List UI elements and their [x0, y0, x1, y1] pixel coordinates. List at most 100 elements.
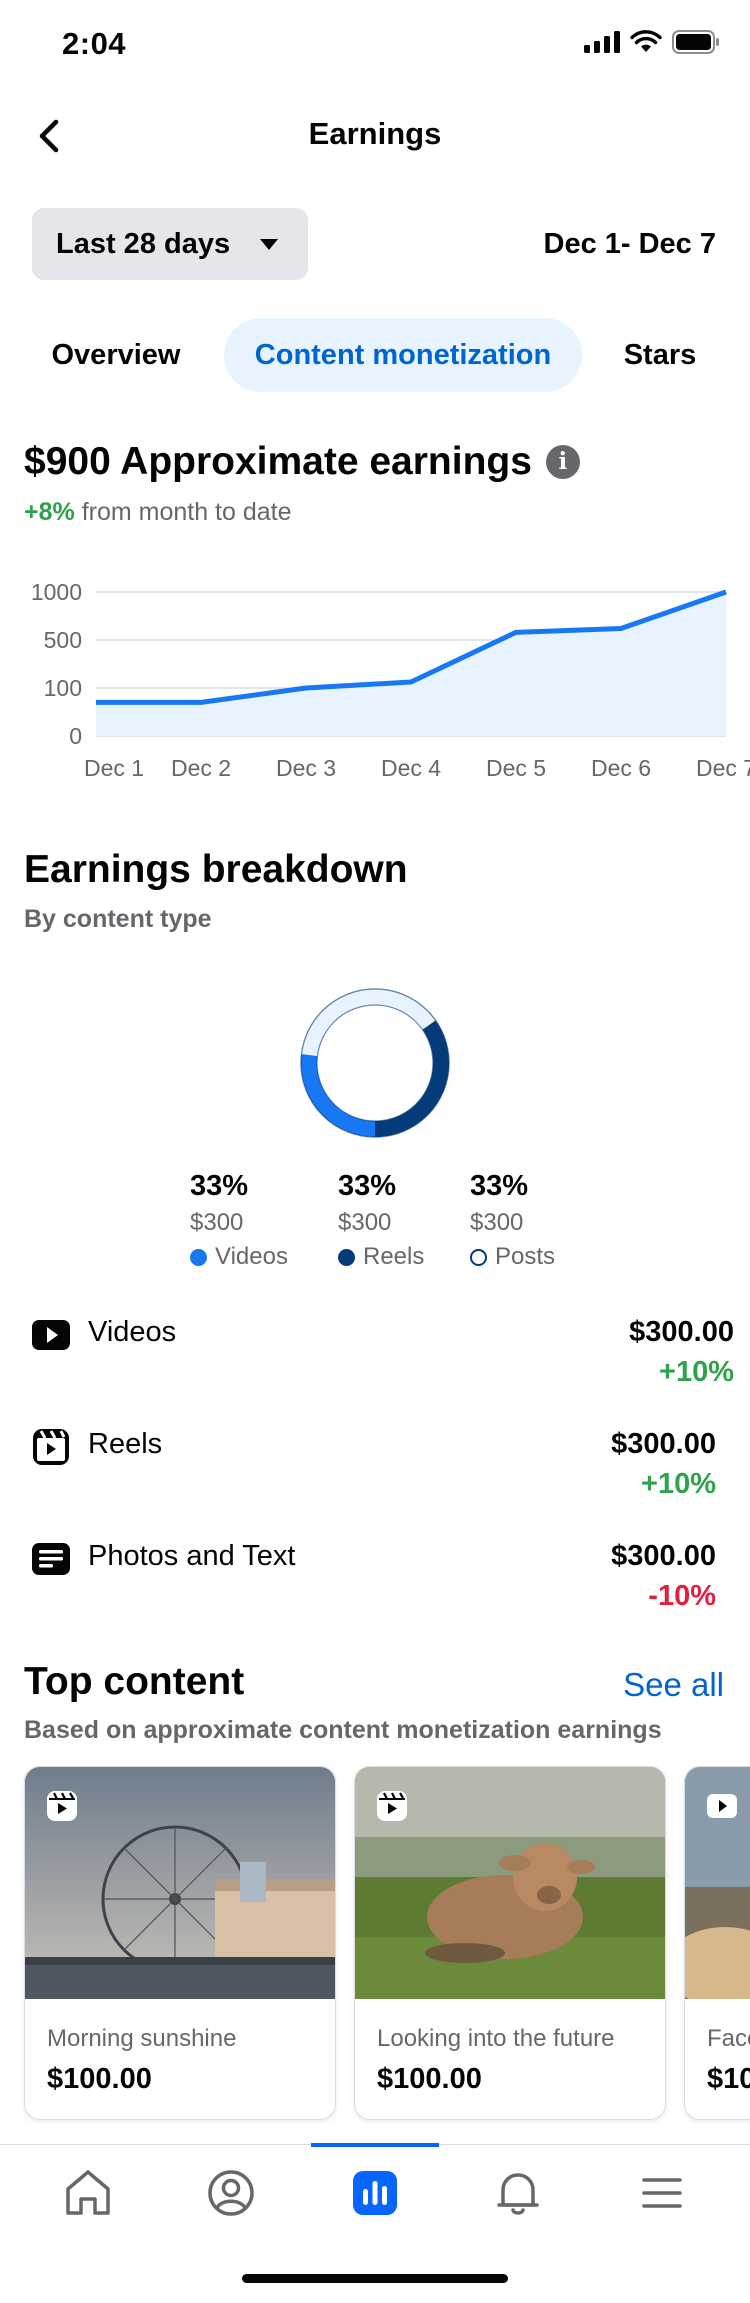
status-bar: 2:04: [0, 0, 750, 88]
legend-dot-reels: [338, 1248, 355, 1266]
legend-pct: 33%: [190, 1170, 249, 1202]
legend-pct: 33%: [338, 1170, 397, 1202]
legend-label-text: Reels: [363, 1243, 425, 1270]
content-card-amount: $10: [707, 2063, 750, 2095]
bottom-navigation: [0, 2143, 750, 2303]
wifi-icon: [630, 30, 662, 52]
video-play-icon: [32, 1320, 70, 1350]
content-card-caption: Looking into the future: [377, 2025, 615, 2052]
content-card-caption: Morning sunshine: [47, 2025, 237, 2052]
breakdown-row-amount: $300.00: [611, 1428, 716, 1460]
earnings-change-line: +8% from month to date: [24, 498, 292, 527]
content-card-amount: $100.00: [377, 2063, 482, 2095]
nav-active-indicator: [311, 2143, 439, 2147]
tab-bar: Overview Content monetization Stars: [0, 318, 750, 394]
nav-menu[interactable]: [632, 2163, 692, 2223]
caret-down-icon: [260, 238, 279, 250]
earnings-change-suffix: from month to date: [81, 498, 292, 526]
y-tick-label: 500: [44, 627, 82, 653]
reels-icon: [47, 1791, 77, 1821]
top-content-title: Top content: [24, 1660, 245, 1703]
tab-stars[interactable]: Stars: [600, 318, 720, 392]
legend-label-text: Posts: [495, 1243, 556, 1270]
nav-notifications[interactable]: [488, 2163, 548, 2223]
legend-dot-posts: [470, 1248, 487, 1266]
home-icon: [66, 2170, 110, 2215]
info-icon[interactable]: i: [545, 445, 580, 479]
legend-label-text: Videos: [215, 1243, 288, 1270]
breakdown-subtitle: By content type: [24, 905, 212, 933]
reels-icon: [377, 1791, 407, 1821]
breakdown-title: Earnings breakdown: [24, 848, 408, 891]
see-all-link[interactable]: See all: [623, 1666, 724, 1704]
earnings-chart-svg: 10005001000Dec 1 Dec 2 Dec 3 Dec 4 Dec 5 Dec …: [31, 579, 750, 781]
x-tick-label: Dec 3: [276, 755, 336, 781]
x-tick-label: Dec 7: [696, 755, 750, 781]
donut-segment-videos: [301, 1054, 376, 1137]
legend-amount: $300: [338, 1209, 392, 1236]
legend-amount: $300: [470, 1209, 524, 1236]
earnings-summary: $900 Approximate earnings i: [24, 440, 580, 484]
breakdown-row-change: -10%: [648, 1580, 716, 1612]
cellular-signal-icon: [584, 31, 620, 53]
legend-videos: 33% $300 Videos: [190, 1170, 330, 1271]
legend-pct: 33%: [470, 1170, 529, 1202]
bell-icon: [497, 2173, 539, 2215]
video-play-icon: [707, 1794, 737, 1818]
menu-icon: [642, 2178, 682, 2208]
breakdown-row-label: Reels: [88, 1428, 163, 1460]
date-range-dropdown[interactable]: Last 28 days: [32, 208, 308, 280]
x-tick-label: Dec 6: [591, 755, 651, 781]
x-tick-label: Dec 4: [381, 755, 441, 781]
chart-area-fill: [96, 592, 726, 736]
breakdown-row-amount: $300.00: [629, 1316, 734, 1348]
top-content-carousel[interactable]: Morning sunshine $100.00 Looking into th…: [0, 1766, 750, 2124]
breakdown-row-reels[interactable]: Reels $300.00 +10%: [0, 1420, 750, 1510]
status-time: 2:04: [62, 26, 127, 61]
content-card-amount: $100.00: [47, 2063, 152, 2095]
battery-icon: [672, 30, 719, 54]
breakdown-row-photos-text[interactable]: Photos and Text $300.00 -10%: [0, 1532, 750, 1622]
content-card-caption: Face: [707, 2025, 750, 2052]
page-title: Earnings: [308, 116, 442, 151]
breakdown-row-change: +10%: [659, 1356, 734, 1388]
content-card[interactable]: Morning sunshine $100.00: [24, 1766, 336, 2120]
tab-content-monetization[interactable]: Content monetization: [224, 318, 582, 392]
x-tick-label: Dec 2: [171, 755, 231, 781]
breakdown-row-videos[interactable]: Videos $300.00 +10%: [0, 1308, 750, 1398]
breakdown-donut-chart: [300, 988, 450, 1138]
legend-dot-videos: [190, 1248, 207, 1266]
breakdown-row-change: +10%: [641, 1468, 716, 1500]
y-tick-label: 0: [69, 723, 82, 749]
date-range-dropdown-label: Last 28 days: [56, 227, 231, 260]
legend-amount: $300: [190, 1209, 244, 1236]
earnings-change: +8%: [24, 498, 75, 526]
content-card[interactable]: Face $10: [684, 1766, 750, 2120]
bar-chart-icon: [353, 2171, 397, 2215]
legend-label: Reels: [338, 1243, 478, 1271]
breakdown-row-label: Photos and Text: [88, 1540, 296, 1572]
tab-overview[interactable]: Overview: [30, 318, 202, 392]
status-icons: [584, 30, 720, 54]
post-text-icon: [32, 1543, 70, 1575]
top-content-subtitle: Based on approximate content monetizatio…: [24, 1716, 662, 1744]
profile-icon: [208, 2170, 254, 2216]
y-tick-label: 1000: [31, 579, 82, 605]
legend-posts: 33% $300 Posts: [470, 1170, 610, 1271]
nav-insights[interactable]: [345, 2163, 405, 2223]
nav-home[interactable]: [58, 2163, 118, 2223]
date-range-text: Dec 1- Dec 7: [543, 228, 717, 260]
content-card[interactable]: Looking into the future $100.00: [354, 1766, 666, 2120]
nav-profile[interactable]: [201, 2163, 261, 2223]
breakdown-row-amount: $300.00: [611, 1540, 716, 1572]
legend-reels: 33% $300 Reels: [338, 1170, 478, 1271]
breakdown-row-label: Videos: [88, 1316, 177, 1348]
x-tick-label: Dec 1: [84, 755, 144, 781]
y-tick-label: 100: [44, 675, 82, 701]
earnings-title: $900 Approximate earnings: [24, 440, 532, 483]
legend-label: Posts: [470, 1243, 610, 1271]
x-tick-label: Dec 5: [486, 755, 546, 781]
reels-icon: [33, 1429, 69, 1465]
earnings-chart: 1000 500 100 0 Dec 1 Dec 2 Dec 3 Dec 4 Dec 5 Dec …: [0, 570, 750, 790]
legend-label: Videos: [190, 1243, 330, 1271]
